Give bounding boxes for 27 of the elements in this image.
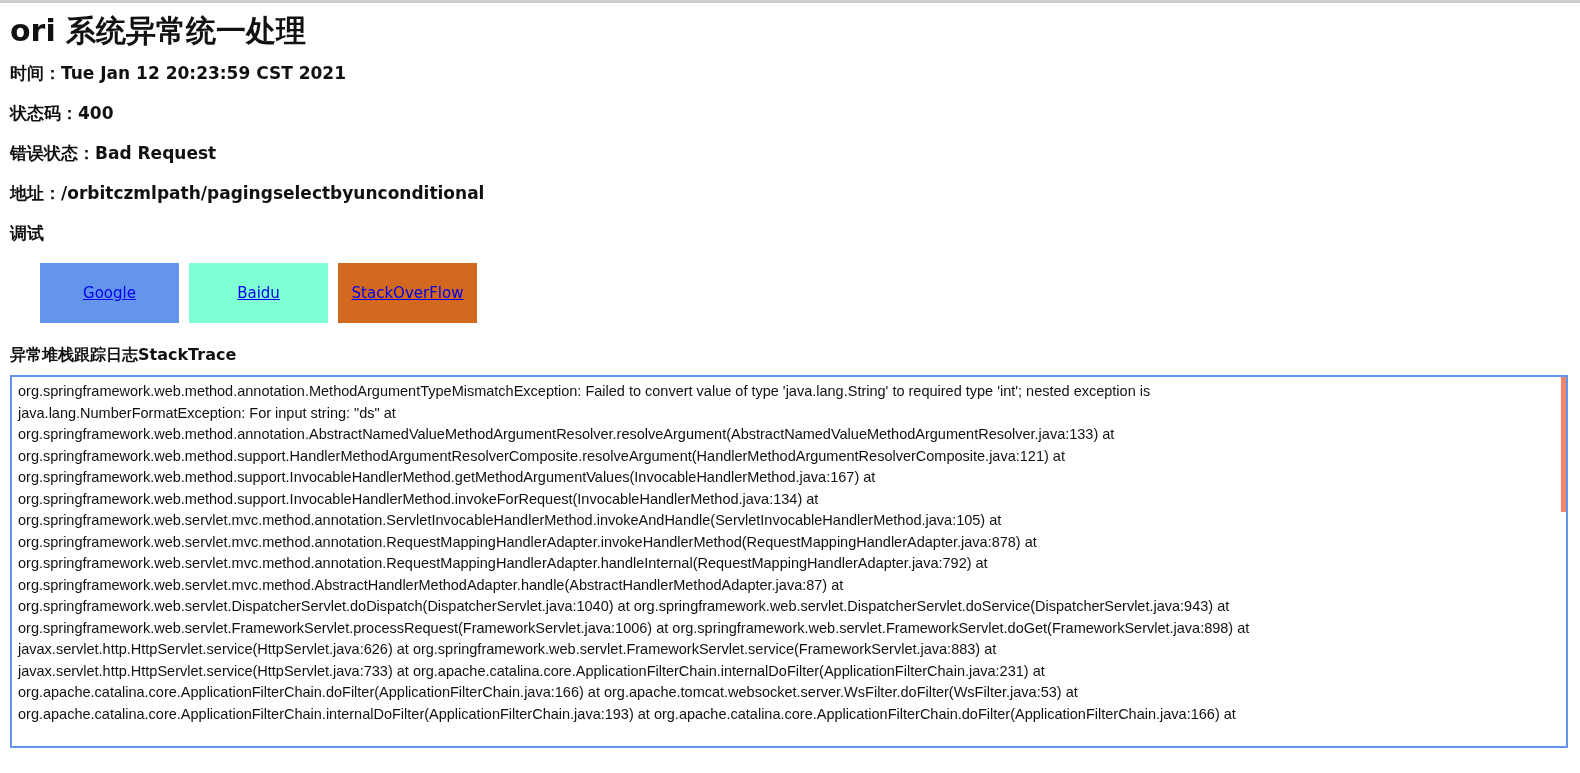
stacktrace-line: org.springframework.web.servlet.FrameworkServlet.processRequest(FrameworkServlet.java:1006) at org.springframework.web.servlet.FrameworkServlet.doGet(FrameworkServlet.java:898) at (18, 618, 1251, 638)
stacktrace-line: org.apache.catalina.core.ApplicationFilterChain.doFilter(ApplicationFilterChain.java:166) at org.apache.tomcat.websocket.server.WsFilter.doFilter(WsFilter.java:53) at (18, 683, 1079, 702)
stacktrace-line: org.springframework.web.method.support.InvocableHandlerMethod.getMethodArgumentValues(InvocableHandlerMethod.java:167) at (18, 468, 877, 487)
stacktrace-line: org.springframework.web.method.annotation.MethodArgumentTypeMismatchException: Failed to convert value of type 'java.lang.String' to required type 'int'; nested exception is (18, 382, 1152, 401)
link-button[interactable]: Google (40, 263, 179, 323)
stacktrace-line: javax.servlet.http.HttpServlet.service(HttpServlet.java:733) at org.apache.catalina.core.ApplicationFilterChain.internalDoFilter(ApplicationFilterChain.java:231) at (18, 661, 1046, 681)
stacktrace-line: java.lang.NumberFormatException: For input string: "ds" at (18, 403, 397, 423)
debug-heading: 调试 (10, 223, 45, 243)
stacktrace-line: javax.servlet.http.HttpServlet.service(HttpServlet.java:626) at org.springframework.web.servlet.FrameworkServlet.service(FrameworkServlet.java:883) at (18, 640, 998, 659)
link-button[interactable]: Baidu (189, 263, 328, 323)
info-line: 时间：Tue Jan 12 20:23:59 CST 2021 (10, 63, 348, 83)
stacktrace-line: org.springframework.web.method.annotation.AbstractNamedValueMethodArgumentResolver.resolveArgument(AbstractNamedValueMethodArgumentResolver.java:133) at (18, 425, 1116, 444)
stacktrace-line: org.springframework.web.method.support.InvocableHandlerMethod.invokeForRequest(InvocableHandlerMethod.java:134) at (18, 489, 820, 509)
scrollbar-thumb[interactable] (1561, 377, 1566, 512)
info-line: 错误状态：Bad Request (10, 143, 218, 163)
link-button[interactable]: StackOverFlow (338, 263, 477, 323)
stacktrace-line: org.springframework.web.method.support.HandlerMethodArgumentResolverComposite.resolveArgument(HandlerMethodArgumentResolverComposite.java:121) at (18, 446, 1066, 466)
page-title: ori 系统异常统一处理 (10, 13, 308, 49)
stacktrace-line: org.springframework.web.servlet.mvc.method.annotation.ServletInvocableHandlerMethod.invokeAndHandle(ServletInvocableHandlerMethod.java:105) at (18, 511, 1003, 530)
info-line: 状态码：400 (10, 103, 115, 123)
stacktrace-line: org.springframework.web.servlet.mvc.method.annotation.RequestMappingHandlerAdapter.handleInternal(RequestMappingHandlerAdapter.java:792) at (18, 554, 989, 573)
stacktrace-heading: 异常堆栈跟踪日志StackTrace (10, 345, 238, 365)
stacktrace-line: org.springframework.web.servlet.mvc.method.annotation.RequestMappingHandlerAdapter.invokeHandlerMethod(RequestMappingHandlerAdapter.java:878) at (18, 532, 1038, 552)
info-line: 地址：/orbitczmlpath/pagingselectbyunconditional (10, 183, 486, 203)
stacktrace-line: org.apache.catalina.core.ApplicationFilterChain.internalDoFilter(ApplicationFilterChain.java:193) at org.apache.catalina.core.ApplicationFilterChain.doFilter(ApplicationFilterChain.java:166) at (18, 704, 1237, 724)
stacktrace-line: org.springframework.web.servlet.mvc.method.AbstractHandlerMethodAdapter.handle(AbstractHandlerMethodAdapter.java:87) at (18, 575, 845, 595)
stacktrace-line: org.springframework.web.servlet.DispatcherServlet.doDispatch(DispatcherServlet.java:1040) at org.springframework.web.servlet.DispatcherServlet.doService(DispatcherServlet.java:943) at (18, 597, 1231, 616)
